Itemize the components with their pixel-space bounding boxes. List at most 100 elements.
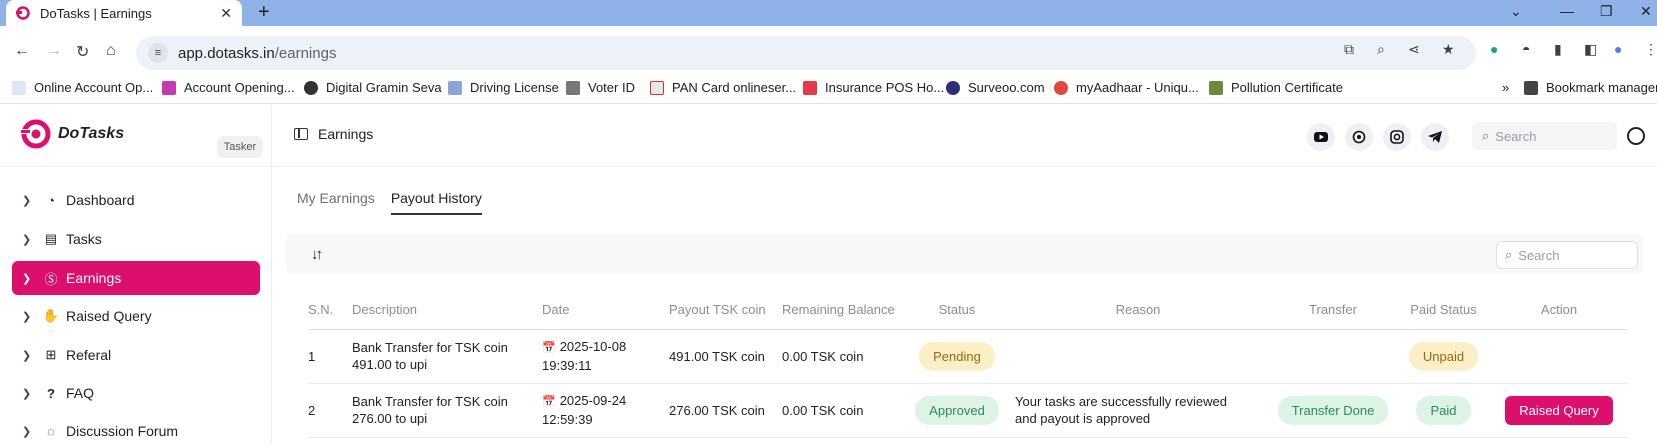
cell-description: Bank Transfer for TSK coin 276.00 to upi bbox=[352, 394, 508, 426]
earnings-icon: Ⓢ bbox=[44, 271, 58, 287]
bookmark-item[interactable]: Driving License bbox=[448, 80, 559, 95]
transfer-badge: Transfer Done bbox=[1277, 395, 1389, 425]
brand-logo[interactable]: DoTasks bbox=[18, 117, 124, 151]
cell-reason: Your tasks are successfully reviewed and… bbox=[1015, 394, 1227, 426]
sidebar-toggle-icon[interactable] bbox=[294, 128, 308, 140]
sidebar-item-raised-query[interactable]: ❯ ✋ Raised Query bbox=[12, 299, 260, 333]
forward-icon[interactable]: → bbox=[46, 42, 62, 60]
dotasks-favicon-icon bbox=[16, 6, 30, 20]
bookmark-item[interactable]: Online Account Op... bbox=[12, 80, 153, 95]
cell-reason bbox=[1007, 329, 1269, 383]
calendar-icon: 📅 bbox=[542, 396, 556, 408]
back-icon[interactable]: ← bbox=[14, 42, 30, 60]
table-row: 2 Bank Transfer for TSK coin 276.00 to u… bbox=[308, 383, 1628, 437]
raised-query-button[interactable]: Raised Query bbox=[1505, 395, 1613, 425]
bookmark-star-icon[interactable]: ★ bbox=[1442, 41, 1455, 58]
cell-date: 📅 2025-09-24 12:59:39 bbox=[542, 393, 627, 427]
cell-transfer bbox=[1269, 329, 1397, 383]
incognito-icon[interactable]: ◓ bbox=[1522, 41, 1530, 57]
youtube-icon[interactable] bbox=[1307, 123, 1335, 151]
sidebar-item-faq[interactable]: ❯ ? FAQ bbox=[12, 376, 260, 410]
question-icon: ? bbox=[47, 385, 55, 401]
site-settings-icon[interactable]: ≡ bbox=[148, 43, 168, 63]
sidebar-item-label: Referal bbox=[66, 347, 112, 363]
earnings-tabs: My Earnings Payout History bbox=[297, 190, 498, 215]
bookmark-item[interactable]: Account Opening... bbox=[162, 80, 295, 95]
cell-payout: 276.00 TSK coin bbox=[669, 402, 765, 418]
share-icon[interactable]: ⋖ bbox=[1408, 41, 1420, 58]
restore-icon[interactable]: ❐ bbox=[1600, 3, 1613, 20]
sidebar-item-label: Raised Query bbox=[66, 308, 152, 324]
browser-tab-strip bbox=[0, 0, 1657, 26]
install-app-icon[interactable]: ⧉ bbox=[1344, 41, 1354, 58]
minimize-icon[interactable]: — bbox=[1560, 3, 1574, 19]
reload-icon[interactable]: ↻ bbox=[76, 42, 89, 62]
tab-payout-history[interactable]: Payout History bbox=[390, 190, 482, 215]
close-tab-icon[interactable]: ✕ bbox=[220, 5, 232, 22]
home-icon[interactable]: ⌂ bbox=[106, 42, 116, 60]
column-header: Date bbox=[542, 302, 570, 317]
column-header: Action bbox=[1540, 302, 1578, 317]
extension-icon[interactable]: ● bbox=[1490, 41, 1498, 57]
paid-status-badge: Paid bbox=[1416, 395, 1471, 425]
chevron-right-icon: ❯ bbox=[22, 272, 32, 285]
global-search-input[interactable]: ⌕ Search bbox=[1472, 122, 1617, 150]
more-bookmarks-icon[interactable]: » bbox=[1502, 80, 1509, 95]
telegram-icon[interactable] bbox=[1421, 123, 1449, 151]
bookmark-item[interactable]: Insurance POS Ho... bbox=[803, 80, 944, 95]
sidebar-item-tasks[interactable]: ❯ ▤ Tasks bbox=[12, 222, 260, 256]
cell-paid-status: Paid bbox=[1397, 383, 1490, 437]
bookmark-item[interactable]: PAN Card onlineser... bbox=[650, 80, 796, 95]
user-account-icon[interactable] bbox=[1627, 127, 1645, 145]
profile-avatar[interactable]: ● bbox=[1614, 41, 1622, 57]
hand-icon: ✋ bbox=[42, 308, 60, 323]
top-bar bbox=[273, 105, 1657, 167]
omnibox[interactable]: ≡ app.dotasks.in/earnings bbox=[136, 36, 1476, 70]
sidebar-item-referal[interactable]: ❯ ⊞ Referal bbox=[12, 338, 260, 372]
bookmarks-icon[interactable]: ▮ bbox=[1554, 41, 1562, 58]
bookmark-item[interactable]: Surveoo.com bbox=[946, 80, 1045, 95]
cell-status: Pending bbox=[907, 329, 1007, 383]
sidebar-item-dashboard[interactable]: ❯ ◔ Dashboard bbox=[12, 183, 260, 217]
cell-transfer: Transfer Done bbox=[1269, 383, 1397, 437]
status-badge: Approved bbox=[915, 395, 999, 425]
paid-status-badge: Unpaid bbox=[1408, 341, 1479, 371]
browser-tab[interactable]: DoTasks | Earnings ✕ bbox=[6, 0, 242, 26]
sidebar-item-label: Dashboard bbox=[66, 192, 135, 208]
cell-remaining: 0.00 TSK coin bbox=[782, 348, 864, 364]
sort-icon[interactable]: ↓↑ bbox=[311, 246, 323, 263]
instagram-icon[interactable] bbox=[1383, 123, 1411, 151]
sidebar-item-label: FAQ bbox=[66, 385, 95, 401]
status-badge: Pending bbox=[919, 341, 995, 371]
bookmark-item[interactable]: Voter ID bbox=[566, 80, 635, 95]
calendar-icon: 📅 bbox=[542, 342, 556, 354]
table-header-row: S.N. Description Date Payout TSK coin Re… bbox=[308, 297, 1628, 329]
column-header: S.N. bbox=[308, 302, 334, 317]
forum-icon: ◌ bbox=[47, 423, 55, 439]
referral-icon: ⊞ bbox=[45, 347, 57, 362]
whatsapp-icon[interactable] bbox=[1345, 123, 1373, 151]
new-tab-icon[interactable]: + bbox=[258, 1, 270, 24]
column-header: Payout TSK coin bbox=[669, 302, 766, 317]
chevron-right-icon: ❯ bbox=[22, 233, 32, 246]
menu-icon[interactable]: ⋮ bbox=[1644, 41, 1657, 58]
cell-sn: 2 bbox=[308, 402, 316, 418]
dashboard-icon: ◔ bbox=[47, 192, 55, 208]
chevron-down-icon[interactable]: ⌄ bbox=[1510, 3, 1522, 20]
tab-my-earnings[interactable]: My Earnings bbox=[297, 190, 375, 215]
table-search-input[interactable]: ⌕ Search bbox=[1496, 241, 1638, 269]
sidebar-item-earnings[interactable]: ❯ Ⓢ Earnings bbox=[12, 261, 260, 295]
sidebar-divider bbox=[0, 166, 272, 167]
bookmark-item[interactable]: myAadhaar - Uniqu... bbox=[1054, 80, 1199, 95]
bookmark-manager[interactable]: Bookmark manager bbox=[1524, 80, 1657, 95]
close-window-icon[interactable]: ✕ bbox=[1640, 3, 1652, 20]
sidebar-item-label: Discussion Forum bbox=[66, 423, 179, 439]
zoom-icon[interactable]: ⌕ bbox=[1377, 41, 1385, 58]
chevron-right-icon: ❯ bbox=[22, 349, 32, 362]
bookmark-item[interactable]: Digital Gramin Seva bbox=[304, 80, 442, 95]
cell-remaining: 0.00 TSK coin bbox=[782, 402, 864, 418]
bookmark-item[interactable]: Pollution Certificate bbox=[1209, 80, 1343, 95]
side-panel-icon[interactable]: ◧ bbox=[1584, 41, 1597, 58]
cell-sn: 1 bbox=[308, 348, 316, 364]
role-badge: Tasker bbox=[217, 136, 263, 158]
